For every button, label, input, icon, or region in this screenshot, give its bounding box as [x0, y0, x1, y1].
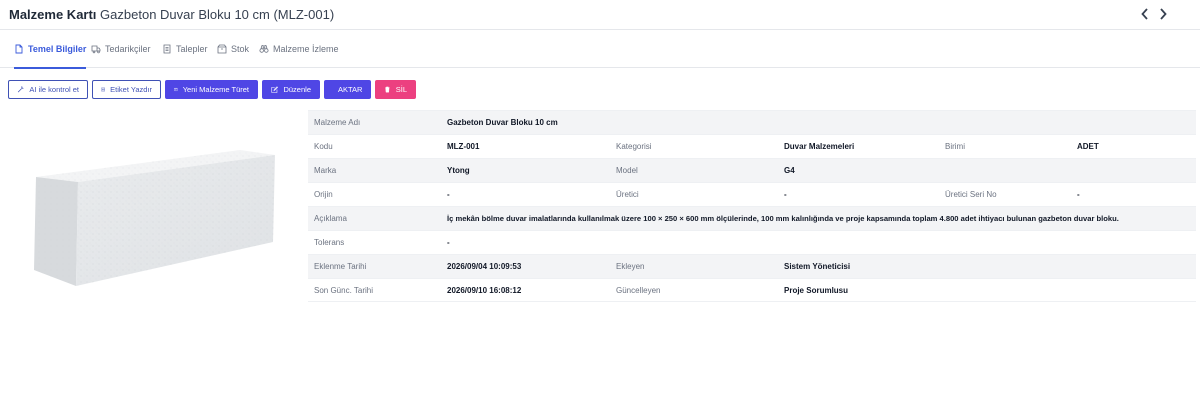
edit-icon	[271, 86, 278, 93]
derive-material-button[interactable]: Yeni Malzeme Türet	[165, 80, 258, 99]
label-added-date: Eklenme Tarihi	[314, 262, 367, 271]
detail-row-tolerance: Tolerans -	[308, 230, 1196, 254]
value-added-date: 2026/09/04 10:09:53	[447, 262, 522, 271]
tab-label: Tedarikçiler	[105, 44, 151, 54]
label-origin: Orijin	[314, 190, 333, 199]
label-model: Model	[616, 166, 638, 175]
tab-bar: Temel Bilgiler Tedarikçiler Talepler Sto…	[0, 30, 1200, 69]
transfer-label: AKTAR	[338, 85, 363, 94]
label-updated-by: Güncelleyen	[616, 286, 661, 295]
label-category: Kategorisi	[616, 142, 652, 151]
label-tolerance: Tolerans	[314, 238, 345, 247]
value-origin: -	[447, 190, 450, 199]
label-producer: Üretici	[616, 190, 639, 199]
label-name: Malzeme Adı	[314, 118, 361, 127]
tab-label: Stok	[231, 44, 250, 54]
value-updated-by: Proje Sorumlusu	[784, 286, 849, 295]
value-producer: -	[784, 190, 787, 199]
detail-row-description: Açıklama İç mekân bölme duvar imalatları…	[308, 206, 1196, 230]
magic-wand-icon	[17, 86, 24, 93]
detail-row-origin: Orijin - Üretici - Üretici Seri No -	[308, 182, 1196, 206]
action-toolbar: AI ile kontrol et Etiket Yazdır Yeni Mal…	[8, 80, 416, 99]
list-icon	[163, 44, 171, 54]
derive-label: Yeni Malzeme Türet	[182, 85, 249, 94]
document-icon	[15, 44, 23, 54]
trash-icon	[385, 86, 390, 93]
value-brand: Ytong	[447, 166, 470, 175]
detail-row-name: Malzeme Adı Gazbeton Duvar Bloku 10 cm	[308, 110, 1196, 134]
value-code: MLZ-001	[447, 142, 480, 151]
page-title: Malzeme Kartı Gazbeton Duvar Bloku 10 cm…	[9, 7, 334, 22]
value-description: İç mekân bölme duvar imalatlarında kulla…	[447, 214, 1119, 223]
print-label-button[interactable]: Etiket Yazdır	[92, 80, 161, 99]
binoculars-icon	[259, 45, 269, 53]
tab-malzeme-izleme[interactable]: Malzeme İzleme	[259, 30, 339, 68]
tab-label: Talepler	[176, 44, 208, 54]
material-image	[20, 130, 290, 290]
material-details-table: Malzeme Adı Gazbeton Duvar Bloku 10 cm K…	[308, 110, 1196, 302]
tab-tedarikciler[interactable]: Tedarikçiler	[91, 30, 151, 68]
tab-stok[interactable]: Stok	[217, 30, 249, 68]
title-prefix: Malzeme Kartı	[9, 7, 97, 22]
box-icon	[217, 44, 227, 54]
value-added-by: Sistem Yöneticisi	[784, 262, 851, 271]
record-navigation	[1140, 7, 1168, 21]
delete-label: SİL	[395, 85, 407, 94]
tab-talepler[interactable]: Talepler	[162, 30, 208, 68]
detail-row-code: Kodu MLZ-001 Kategorisi Duvar Malzemeler…	[308, 134, 1196, 158]
value-unit: ADET	[1077, 142, 1099, 151]
label-serial: Üretici Seri No	[945, 190, 997, 199]
label-code: Kodu	[314, 142, 333, 151]
detail-row-updated: Son Günc. Tarihi 2026/09/10 16:08:12 Gün…	[308, 278, 1196, 302]
delete-button[interactable]: SİL	[375, 80, 416, 99]
value-model: G4	[784, 166, 795, 175]
chevron-right-icon[interactable]	[1158, 7, 1168, 21]
modal-header: Malzeme Kartı Gazbeton Duvar Bloku 10 cm…	[0, 0, 1200, 30]
tab-label: Malzeme İzleme	[273, 44, 339, 54]
tab-label: Temel Bilgiler	[28, 44, 87, 54]
label-description: Açıklama	[314, 214, 347, 223]
tab-temel-bilgiler[interactable]: Temel Bilgiler	[14, 30, 87, 69]
detail-row-added: Eklenme Tarihi 2026/09/04 10:09:53 Ekley…	[308, 254, 1196, 278]
value-category: Duvar Malzemeleri	[784, 142, 855, 151]
ai-check-label: AI ile kontrol et	[29, 85, 79, 94]
ai-check-button[interactable]: AI ile kontrol et	[8, 80, 88, 99]
value-tolerance: -	[447, 238, 450, 247]
edit-button[interactable]: Düzenle	[262, 80, 320, 99]
title-material: Gazbeton Duvar Bloku 10 cm (MLZ-001)	[100, 7, 335, 22]
label-updated-date: Son Günc. Tarihi	[314, 286, 373, 295]
window-plus-icon	[174, 88, 178, 91]
barcode-icon	[101, 87, 105, 92]
label-unit: Birimi	[945, 142, 965, 151]
label-brand: Marka	[314, 166, 337, 175]
value-updated-date: 2026/09/10 16:08:12	[447, 286, 522, 295]
edit-label: Düzenle	[283, 85, 311, 94]
chevron-left-icon[interactable]	[1140, 7, 1150, 21]
detail-row-brand: Marka Ytong Model G4	[308, 158, 1196, 182]
label-added-by: Ekleyen	[616, 262, 645, 271]
value-name: Gazbeton Duvar Bloku 10 cm	[447, 118, 558, 127]
truck-icon	[91, 45, 101, 54]
value-serial: -	[1077, 190, 1080, 199]
print-label-text: Etiket Yazdır	[110, 85, 152, 94]
transfer-button[interactable]: AKTAR	[324, 80, 371, 99]
